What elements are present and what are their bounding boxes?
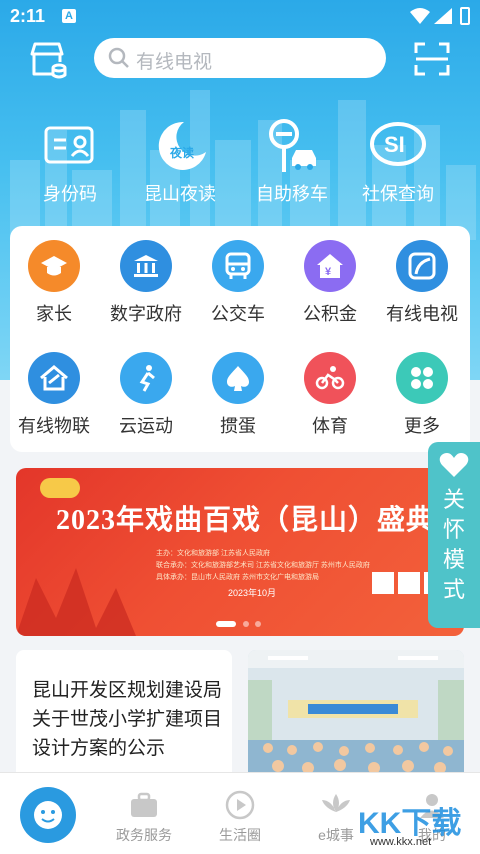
move-car-icon — [269, 119, 316, 172]
home-icon — [34, 801, 62, 829]
notification-icon: A — [62, 9, 76, 23]
service-label: 家长 — [36, 304, 72, 324]
service-digital-gov[interactable]: 数字政府 — [100, 240, 192, 326]
service-cloud-sport[interactable]: 云运动 — [100, 352, 192, 438]
shop-icon[interactable] — [26, 40, 68, 80]
event-banner[interactable]: 2023年戏曲百戏（昆山）盛典 主办：文化和旅游部 江苏省人民政府 联合承办：文… — [16, 468, 464, 636]
bus-icon — [212, 240, 264, 292]
service-label: 数字政府 — [110, 304, 182, 324]
banner-organizer: 具体承办：昆山市人民政府 苏州市文化广电和旅游局 — [156, 574, 319, 581]
tab-gov-service[interactable]: 政务服务 — [104, 789, 184, 845]
status-time: 2:11 — [10, 6, 46, 26]
signal-icon — [434, 8, 452, 24]
quick-action-label: 身份码 — [43, 184, 97, 204]
iot-home-icon — [28, 352, 80, 404]
svg-text:¥: ¥ — [325, 266, 332, 278]
qr-code-icon — [398, 572, 420, 594]
spade-icon — [212, 352, 264, 404]
tab-label: 政务服务 — [116, 827, 172, 843]
qr-code-icon — [372, 572, 394, 594]
news-photo[interactable] — [248, 650, 464, 780]
quick-action-label: 自助移车 — [256, 184, 328, 204]
service-housing-fund[interactable]: ¥ 公积金 — [284, 240, 376, 326]
housing-fund-icon: ¥ — [304, 240, 356, 292]
heart-icon — [439, 453, 469, 477]
quick-action-label: 社保查询 — [362, 184, 434, 204]
search-bar[interactable]: 有线电视 — [94, 38, 386, 78]
care-mode-label: 关怀模式 — [442, 487, 465, 602]
watermark-site: www.kkx.net — [370, 836, 432, 848]
service-label: 公交车 — [211, 304, 265, 324]
more-grid-icon — [396, 352, 448, 404]
quick-action-night-reading[interactable]: 夜读 昆山夜读 — [120, 118, 240, 208]
service-more[interactable]: 更多 — [376, 352, 468, 438]
sport-icon — [120, 352, 172, 404]
cable-tv-icon — [396, 240, 448, 292]
briefcase-icon — [131, 792, 157, 817]
service-bus[interactable]: 公交车 — [192, 240, 284, 326]
banner-date: 2023年10月 — [228, 588, 277, 598]
wifi-icon — [410, 8, 430, 24]
service-sports[interactable]: 体育 — [284, 352, 376, 438]
service-label: 云运动 — [119, 416, 173, 436]
quick-action-id-code[interactable]: 身份码 — [10, 118, 130, 208]
banner-co-host: 联合承办：文化和旅游部艺术司 江苏省文化和旅游厅 苏州市人民政府 — [156, 562, 370, 569]
play-icon — [225, 790, 255, 820]
news-card[interactable]: 昆山开发区规划建设局关于世茂小学扩建项目设计方案的公示 — [16, 650, 232, 780]
tab-home[interactable] — [20, 787, 76, 843]
quick-action-move-car[interactable]: 自助移车 — [232, 118, 352, 208]
tab-label: 生活圈 — [219, 827, 261, 843]
scan-icon[interactable] — [414, 42, 450, 76]
tab-life-circle[interactable]: 生活圈 — [200, 789, 280, 845]
night-read-badge: 夜读 — [170, 146, 195, 160]
news-title: 昆山开发区规划建设局关于世茂小学扩建项目设计方案的公示 — [32, 680, 223, 759]
svg-text:SI: SI — [384, 132, 405, 157]
event-logo — [40, 478, 80, 498]
service-label: 公积金 — [303, 304, 357, 324]
lotus-icon — [322, 794, 350, 812]
search-icon — [108, 47, 129, 68]
status-bar: 2:11 A — [0, 0, 480, 34]
service-label: 更多 — [404, 416, 440, 436]
service-cable-tv[interactable]: 有线电视 — [376, 240, 468, 326]
red-flag-decoration — [16, 568, 136, 636]
quick-action-social-security[interactable]: SI 社保查询 — [338, 118, 458, 208]
banner-title: 2023年戏曲百戏（昆山）盛典 — [56, 505, 436, 536]
battery-icon — [460, 7, 470, 25]
care-mode-button[interactable]: 关怀模式 — [428, 442, 480, 628]
service-parent[interactable]: 家长 — [8, 240, 100, 326]
service-guandan[interactable]: 掼蛋 — [192, 352, 284, 438]
service-label: 掼蛋 — [220, 416, 256, 436]
service-label: 有线物联 — [18, 416, 90, 436]
search-placeholder: 有线电视 — [136, 52, 213, 73]
quick-action-label: 昆山夜读 — [144, 184, 216, 204]
service-label: 有线电视 — [386, 304, 458, 324]
id-card-icon — [44, 126, 94, 164]
cycling-icon — [304, 352, 356, 404]
carousel-indicator — [216, 621, 261, 627]
social-security-icon: SI — [370, 122, 426, 166]
service-label: 体育 — [312, 416, 348, 436]
graduation-cap-icon — [28, 240, 80, 292]
banner-host: 主办：文化和旅游部 江苏省人民政府 — [156, 550, 270, 557]
classroom-photo — [248, 650, 464, 780]
government-icon — [120, 240, 172, 292]
service-iot[interactable]: 有线物联 — [8, 352, 100, 438]
